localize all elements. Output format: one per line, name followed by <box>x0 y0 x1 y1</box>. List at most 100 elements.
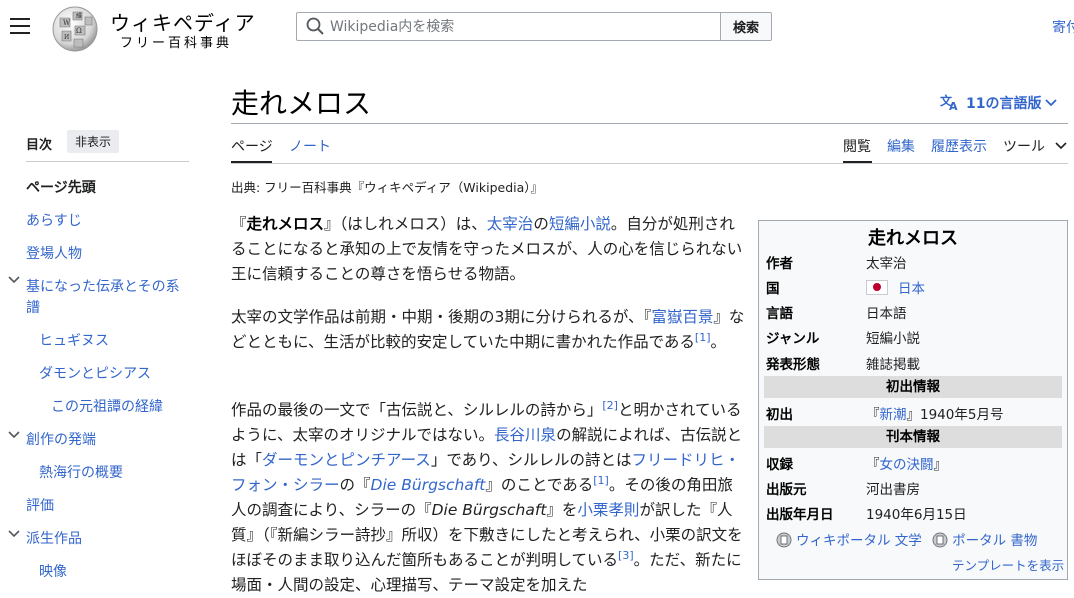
bold-title: 走れメロス <box>246 215 325 233</box>
infobox-value-country: 日本 <box>866 277 925 297</box>
tab-history[interactable]: 履歴表示 <box>931 136 987 156</box>
toc-item-reception[interactable]: 評価 <box>26 495 54 515</box>
infobox-portals: ウィキポータル 文学 ポータル 書物 <box>776 529 1037 549</box>
infobox-value-format: 雑誌掲載 <box>866 357 920 373</box>
link-die-burgschaft[interactable]: Die Bürgschaft <box>371 476 486 494</box>
infobox-value-pub-date: 1940年6月15日 <box>866 507 967 523</box>
japan-flag-icon <box>866 280 888 295</box>
svg-text:維: 維 <box>76 12 82 20</box>
infobox-label-first-pub: 初出 <box>766 407 793 423</box>
infobox-label-publisher: 出版元 <box>766 482 807 498</box>
infobox <box>758 220 1068 580</box>
article-paragraph-period: 太宰の文学作品は前期・中期・後期の3期に分けられるが、『富嶽百景』などとともに、… <box>231 305 747 355</box>
toc-item-characters[interactable]: 登場人物 <box>26 243 82 263</box>
reference-link[interactable]: [1] <box>593 474 609 487</box>
search-button[interactable]: 検索 <box>720 12 772 41</box>
text: 『 <box>866 407 880 423</box>
link-fugaku[interactable]: 富嶽百景 <box>651 308 713 326</box>
toc-item-atami[interactable]: 熱海行の概要 <box>39 462 123 482</box>
infobox-title: 走れメロス <box>868 228 958 249</box>
reference-link[interactable]: [3] <box>618 549 634 562</box>
tab-talk[interactable]: ノート <box>289 136 331 156</box>
infobox-link-shincho[interactable]: 新潮 <box>880 407 907 423</box>
infobox-link-publisher[interactable]: 河出書房 <box>866 478 920 498</box>
toc-item-synopsis[interactable]: あらすじ <box>26 210 82 230</box>
tab-page[interactable]: ページ <box>231 136 273 156</box>
page-title: 走れメロス <box>231 87 372 120</box>
text: 』1940年5月号 <box>906 407 1004 423</box>
text: 」であり、シルレルの詩とは <box>430 451 632 469</box>
translate-icon: 文 A <box>940 93 958 113</box>
toc-item-hyginus[interactable]: ヒュギヌス <box>39 330 109 350</box>
reference-link[interactable]: [1] <box>695 331 711 344</box>
toc-item-damon-pythias[interactable]: ダモンとピシアス <box>39 363 151 383</box>
text: 』 <box>933 457 948 473</box>
link-short-story[interactable]: 短編小説 <box>549 215 611 233</box>
toc-divider <box>26 161 189 162</box>
infobox-label-collected: 収録 <box>766 457 793 473</box>
menu-icon-bar <box>10 18 30 20</box>
tabs-divider <box>231 163 1068 164</box>
text: の <box>533 215 549 233</box>
chevron-down-icon <box>1055 142 1068 150</box>
infobox-label-pub-date: 出版年月日 <box>766 507 834 523</box>
chevron-down-icon[interactable] <box>8 429 20 444</box>
svg-text:W: W <box>63 19 71 27</box>
toc-item-top[interactable]: ページ先頭 <box>26 177 96 197</box>
search-input[interactable] <box>330 13 710 40</box>
infobox-label-country: 国 <box>766 281 780 297</box>
infobox-link-onna-no-ketto[interactable]: 女の決闘 <box>880 457 934 473</box>
link-dazai[interactable]: 太宰治 <box>487 215 534 233</box>
portal-icon <box>776 532 792 548</box>
text: 』のことである <box>485 476 594 494</box>
infobox-section-first-publication: 初出情報 <box>764 376 1062 398</box>
infobox-label-author: 作者 <box>766 256 793 272</box>
chevron-down-icon[interactable] <box>8 528 20 543</box>
portal-books-link[interactable]: ポータル 書物 <box>952 533 1037 549</box>
search-icon <box>306 17 324 35</box>
toc-item-film[interactable]: 映像 <box>39 561 67 581</box>
toc-item-origin-legend-cont[interactable]: 譜 <box>26 297 40 317</box>
toc-hide-button[interactable]: 非表示 <box>67 130 120 153</box>
tab-edit[interactable]: 編集 <box>887 136 915 156</box>
article-paragraph-sources: 作品の最後の一文で「古伝説と、シルレルの詩から」[2]と明かされているように、太… <box>231 398 747 598</box>
link-hasegawa[interactable]: 長谷川泉 <box>494 426 556 444</box>
infobox-label-language: 言語 <box>766 306 793 322</box>
toc-item-derivatives[interactable]: 派生作品 <box>26 528 82 548</box>
donate-link[interactable]: 寄付 <box>1052 17 1074 37</box>
language-count-label: 11の言語版 <box>966 96 1042 112</box>
reference-link[interactable]: [2] <box>602 399 618 412</box>
toc-item-origin-legend[interactable]: 基になった伝承とその系 <box>26 276 180 296</box>
title-divider <box>231 123 1068 124</box>
infobox-label-genre: ジャンル <box>766 331 820 347</box>
main-menu-button[interactable] <box>10 18 30 36</box>
svg-text:И: И <box>64 34 69 41</box>
toc-item-creation[interactable]: 創作の発端 <box>26 429 96 449</box>
source-line: 出典: フリー百科事典『ウィキペディア（Wikipedia）』 <box>231 180 544 195</box>
text: 太宰の文学作品は前期・中期・後期の3期に分けられるが、『 <box>231 308 652 326</box>
infobox-value-first-pub: 『新潮』1940年5月号 <box>866 403 1003 423</box>
tab-tools-label: ツール <box>1003 139 1045 155</box>
tab-tools[interactable]: ツール <box>1003 136 1068 156</box>
language-selector-button[interactable]: 文 A 11の言語版 <box>940 93 1058 113</box>
show-template-link[interactable]: テンプレートを表示 <box>952 555 1064 574</box>
toc-title: 目次 <box>26 138 53 153</box>
toc-item-origin-history[interactable]: この元祖譚の経緯 <box>51 396 163 416</box>
text: 『 <box>866 457 880 473</box>
infobox-link-language[interactable]: 日本語 <box>866 302 907 322</box>
infobox-section-book-info: 刊本情報 <box>764 426 1062 448</box>
text: 作品の最後の一文で「古伝説と、シルレルの詩から」 <box>231 401 603 419</box>
tab-read[interactable]: 閲覧 <box>843 136 871 156</box>
portal-literature-link[interactable]: ウィキポータル 文学 <box>796 533 922 549</box>
text: 』を <box>546 501 578 519</box>
menu-icon-bar <box>10 32 30 34</box>
link-oguri[interactable]: 小栗孝則 <box>577 501 639 519</box>
infobox-link-country[interactable]: 日本 <box>898 281 925 297</box>
infobox-link-genre[interactable]: 短編小説 <box>866 327 920 347</box>
portal-icon <box>932 532 948 548</box>
chevron-down-icon[interactable] <box>8 274 20 289</box>
wikipedia-globe-logo[interactable]: W Ω И 維 <box>48 4 102 54</box>
link-damon-pythias[interactable]: ダーモンとピンチアース <box>262 451 431 469</box>
chevron-down-icon <box>1045 99 1058 107</box>
infobox-link-author[interactable]: 太宰治 <box>866 252 907 272</box>
